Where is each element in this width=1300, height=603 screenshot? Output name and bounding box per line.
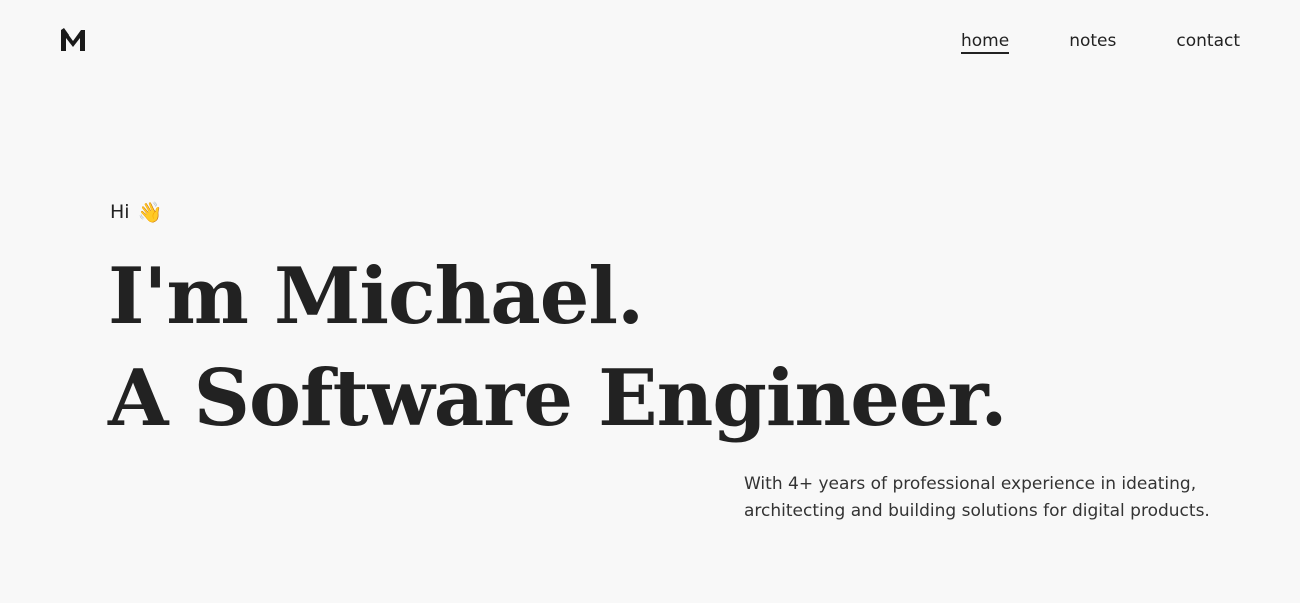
hero-headline: I'm Michael. A Software Engineer. <box>108 246 1008 450</box>
intro-line: architecting and building solutions for … <box>744 501 1210 521</box>
nav-link-contact[interactable]: contact <box>1176 30 1240 54</box>
greeting-text: Hi <box>110 201 130 223</box>
m-monogram-icon[interactable] <box>60 28 86 52</box>
intro-paragraph: With 4+ years of professional experience… <box>744 471 1214 525</box>
intro-line: With 4+ years of professional experience… <box>744 474 1197 494</box>
main-navigation: home notes contact <box>961 30 1240 54</box>
headline-role: A Software Engineer. <box>108 353 1008 444</box>
waving-hand-icon: 👋 <box>137 200 163 224</box>
nav-link-home[interactable]: home <box>961 30 1010 54</box>
greeting: Hi 👋 <box>110 201 162 223</box>
headline-name: I'm Michael. <box>108 251 644 342</box>
nav-link-notes[interactable]: notes <box>1069 30 1116 54</box>
